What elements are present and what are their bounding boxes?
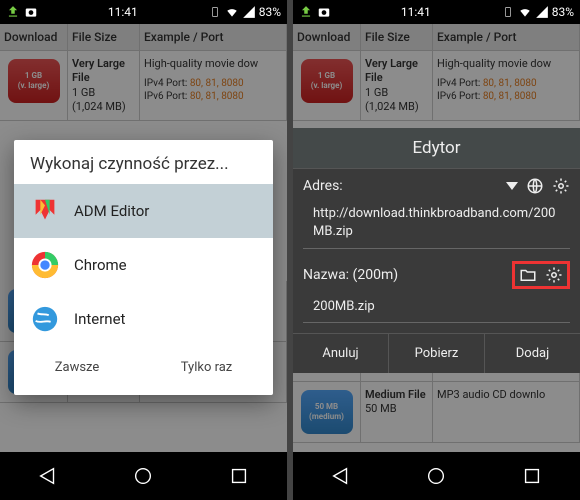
camera-icon bbox=[317, 5, 331, 19]
home-icon[interactable] bbox=[425, 465, 447, 487]
cancel-button[interactable]: Anuluj bbox=[293, 334, 389, 373]
app-chooser-dialog: Wykonaj czynność przez... ADM Editor Chr… bbox=[14, 140, 273, 395]
chooser-title: Wykonaj czynność przez... bbox=[14, 140, 273, 184]
gear-icon[interactable] bbox=[552, 177, 570, 195]
chooser-item-internet[interactable]: Internet bbox=[14, 292, 273, 346]
clock: 11:41 bbox=[108, 5, 138, 19]
chooser-label: Internet bbox=[74, 310, 125, 328]
download-icon bbox=[299, 5, 313, 19]
wifi-icon bbox=[518, 5, 532, 19]
address-label: Adres: bbox=[303, 178, 343, 194]
camera-icon bbox=[24, 5, 38, 19]
phone-right: 11:41 83% Download File Size Example / P… bbox=[293, 0, 580, 500]
filename-input[interactable]: 200MB.zip bbox=[303, 295, 570, 323]
download-button[interactable]: Pobierz bbox=[389, 334, 485, 373]
name-label: Nazwa: (200m) bbox=[303, 267, 398, 283]
signal-icon bbox=[242, 5, 256, 19]
folder-icon[interactable] bbox=[519, 266, 537, 284]
url-input[interactable]: http://download.thinkbroadband.com/200MB… bbox=[303, 203, 570, 249]
chooser-item-chrome[interactable]: Chrome bbox=[14, 238, 273, 292]
add-button[interactable]: Dodaj bbox=[485, 334, 580, 373]
internet-icon bbox=[30, 304, 60, 334]
chrome-icon bbox=[30, 250, 60, 280]
nav-bar bbox=[0, 452, 287, 500]
battery-pct: 83% bbox=[552, 5, 574, 19]
editor-title: Edytor bbox=[293, 128, 580, 169]
chooser-label: ADM Editor bbox=[74, 202, 149, 220]
recent-icon[interactable] bbox=[521, 465, 543, 487]
once-button[interactable]: Tylko raz bbox=[169, 354, 245, 381]
chooser-label: Chrome bbox=[74, 256, 127, 274]
signal-icon bbox=[535, 5, 549, 19]
editor-dialog: Edytor Adres: http://download.thinkbroad… bbox=[293, 128, 580, 373]
nav-bar bbox=[293, 452, 580, 500]
back-icon[interactable] bbox=[37, 465, 59, 487]
vibrate-icon bbox=[208, 5, 222, 19]
adm-icon bbox=[30, 196, 60, 226]
back-icon[interactable] bbox=[330, 465, 352, 487]
clock: 11:41 bbox=[401, 5, 431, 19]
dropdown-icon[interactable] bbox=[506, 182, 518, 190]
battery-pct: 83% bbox=[259, 5, 281, 19]
download-icon bbox=[6, 5, 20, 19]
always-button[interactable]: Zawsze bbox=[43, 354, 112, 381]
highlight-box bbox=[512, 261, 570, 289]
recent-icon[interactable] bbox=[228, 465, 250, 487]
home-icon[interactable] bbox=[132, 465, 154, 487]
vibrate-icon bbox=[501, 5, 515, 19]
globe-icon[interactable] bbox=[526, 177, 544, 195]
wifi-icon bbox=[225, 5, 239, 19]
status-bar: 11:41 83% bbox=[293, 0, 580, 24]
phone-left: 11:41 83% Download File Size Example / P… bbox=[0, 0, 287, 500]
gear-icon[interactable] bbox=[545, 266, 563, 284]
chooser-item-adm[interactable]: ADM Editor bbox=[14, 184, 273, 238]
status-bar: 11:41 83% bbox=[0, 0, 287, 24]
